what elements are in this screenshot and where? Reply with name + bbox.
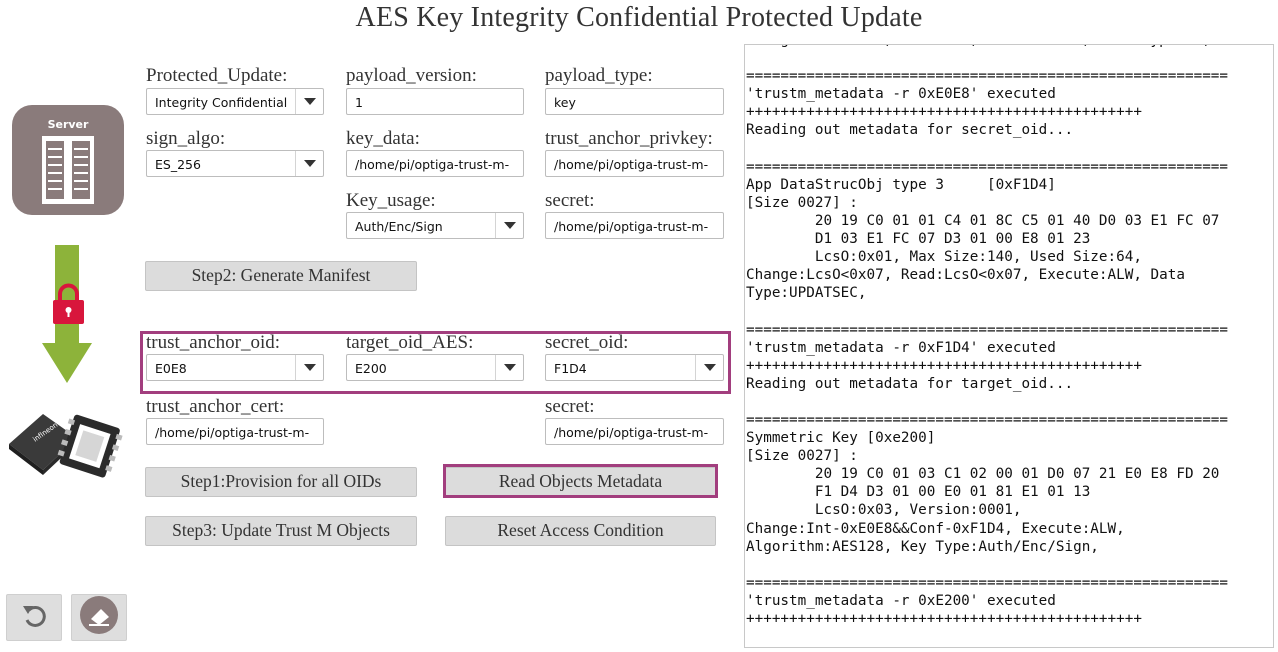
payload-type-label: payload_type: xyxy=(545,65,653,86)
payload-type-input[interactable]: key xyxy=(545,88,724,115)
trust-anchor-oid-label: trust_anchor_oid: xyxy=(146,332,281,353)
server-icon: Server xyxy=(12,105,124,215)
step2-generate-manifest-button[interactable]: Step2: Generate Manifest xyxy=(145,261,417,291)
key-usage-value: Auth/Enc/Sign xyxy=(355,219,443,234)
chevron-down-icon xyxy=(295,355,323,380)
key-data-input[interactable]: /home/pi/optiga-trust-m- xyxy=(346,150,524,177)
back-button[interactable] xyxy=(6,594,62,641)
secret-oid-value: F1D4 xyxy=(554,361,587,376)
trust-anchor-privkey-label: trust_anchor_privkey: xyxy=(545,128,713,149)
target-oid-aes-select[interactable]: E200 xyxy=(346,354,524,381)
payload-version-label: payload_version: xyxy=(346,65,477,86)
key-usage-select[interactable]: Auth/Enc/Sign xyxy=(346,212,524,239)
eraser-icon xyxy=(79,595,119,640)
chip-icon: infineon xyxy=(5,400,133,480)
sign-algo-select[interactable]: ES_256 xyxy=(146,150,324,177)
read-metadata-highlight-frame xyxy=(443,464,718,498)
secret-top-label: secret: xyxy=(545,190,595,211)
trust-anchor-oid-value: E0E8 xyxy=(155,361,187,376)
secret-bottom-input[interactable]: /home/pi/optiga-trust-m- xyxy=(545,418,724,445)
step1-provision-button[interactable]: Step1:Provision for all OIDs xyxy=(145,467,417,497)
trust-anchor-privkey-input[interactable]: /home/pi/optiga-trust-m- xyxy=(545,150,724,177)
server-label: Server xyxy=(48,118,89,131)
protected-update-value: Integrity Confidential xyxy=(155,95,287,110)
trust-anchor-cert-label: trust_anchor_cert: xyxy=(146,396,285,417)
secret-oid-label: secret_oid: xyxy=(545,332,629,353)
trust-anchor-cert-input[interactable]: /home/pi/optiga-trust-m- xyxy=(146,418,324,445)
console-text: Change:LcsO<0x07, Read:ALW, Execute:ALW,… xyxy=(746,45,1229,627)
step3-update-button[interactable]: Step3: Update Trust M Objects xyxy=(145,516,417,546)
secret-oid-select[interactable]: F1D4 xyxy=(545,354,724,381)
clear-button[interactable] xyxy=(71,594,127,641)
window-title: AES Key Integrity Confidential Protected… xyxy=(355,2,923,33)
sign-algo-label: sign_algo: xyxy=(146,128,226,149)
chevron-down-icon xyxy=(495,213,523,238)
reset-access-condition-button[interactable]: Reset Access Condition xyxy=(445,516,716,546)
secret-top-input[interactable]: /home/pi/optiga-trust-m- xyxy=(545,212,724,239)
protected-update-label: Protected_Update: xyxy=(146,65,288,86)
payload-version-input[interactable]: 1 xyxy=(346,88,524,115)
target-oid-aes-label: target_oid_AES: xyxy=(346,332,474,353)
protected-update-select[interactable]: Integrity Confidential xyxy=(146,88,324,115)
trust-anchor-oid-select[interactable]: E0E8 xyxy=(146,354,324,381)
chevron-down-icon xyxy=(295,151,323,176)
chevron-down-icon xyxy=(695,355,723,380)
chevron-down-icon xyxy=(295,89,323,114)
key-usage-label: Key_usage: xyxy=(346,190,436,211)
lock-icon xyxy=(52,283,85,325)
console-output[interactable]: Change:LcsO<0x07, Read:ALW, Execute:ALW,… xyxy=(744,44,1274,648)
sign-algo-value: ES_256 xyxy=(155,157,201,172)
target-oid-aes-value: E200 xyxy=(355,361,387,376)
chevron-down-icon xyxy=(495,355,523,380)
secret-bottom-label: secret: xyxy=(545,396,595,417)
undo-icon xyxy=(20,601,48,634)
key-data-label: key_data: xyxy=(346,128,420,149)
